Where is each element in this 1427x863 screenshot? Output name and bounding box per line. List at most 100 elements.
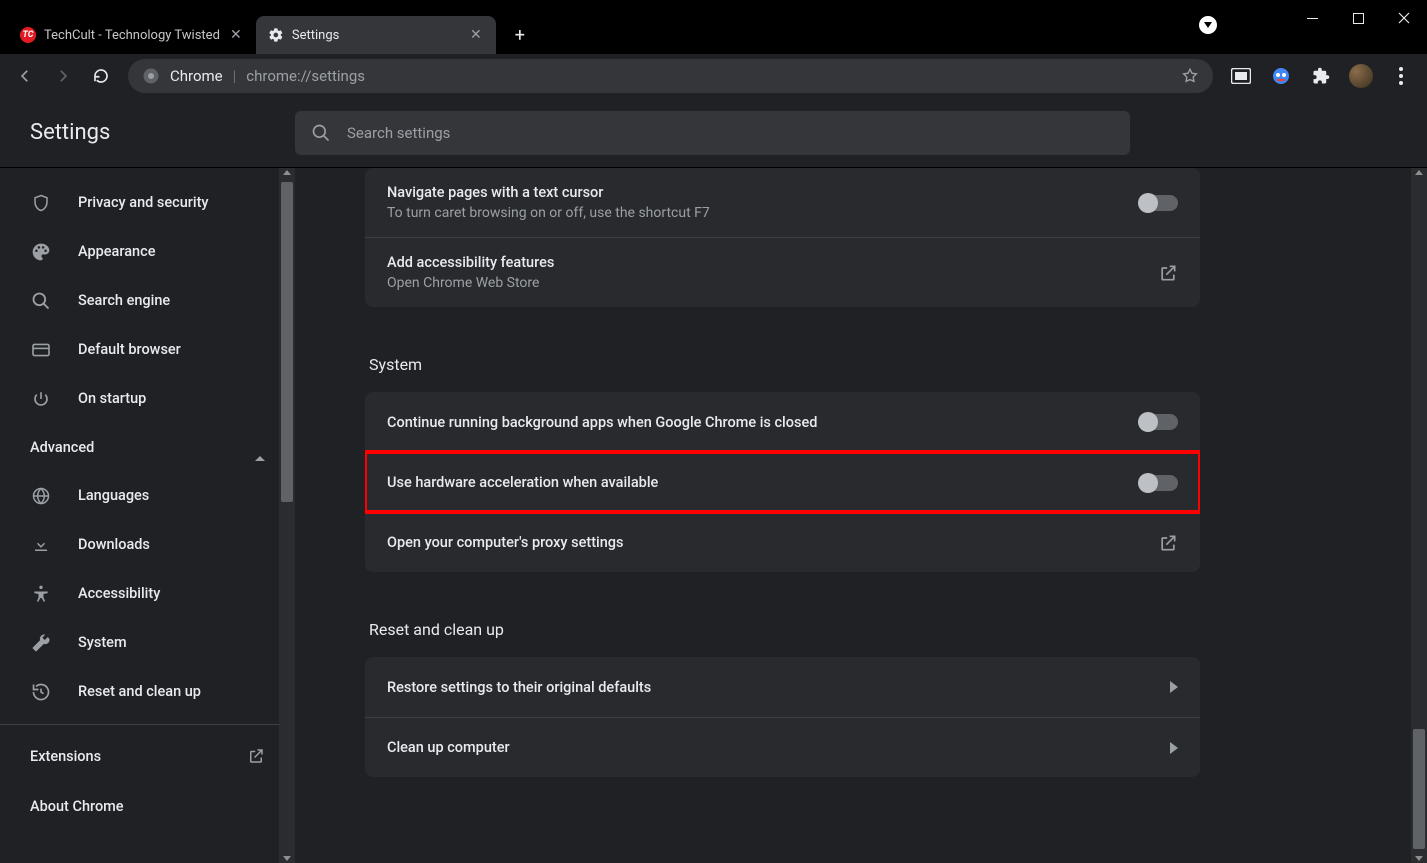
accessibility-card: Navigate pages with a text cursor To tur… [365,168,1200,307]
row-hardware-acceleration[interactable]: Use hardware acceleration when available [365,452,1200,512]
row-restore-defaults[interactable]: Restore settings to their original defau… [365,657,1200,717]
row-add-accessibility[interactable]: Add accessibility features Open Chrome W… [365,237,1200,307]
toggle-hardware-acceleration[interactable] [1140,475,1178,491]
sidebar-item-label: On startup [78,390,146,407]
sidebar-item-label: Privacy and security [78,194,209,211]
profile-avatar[interactable] [1347,62,1375,90]
techcult-favicon: TC [20,27,36,43]
external-link-icon [1158,533,1178,553]
search-icon [30,291,52,311]
sidebar-item-accessibility[interactable]: Accessibility [0,569,295,618]
sidebar-scrollbar[interactable] [279,168,295,863]
sidebar-item-label: Default browser [78,341,181,358]
power-icon [30,390,52,408]
browser-toolbar: Chrome | chrome://settings [0,54,1427,98]
minimize-button[interactable] [1289,2,1335,34]
scroll-up-icon [1415,170,1423,175]
star-icon[interactable] [1181,67,1199,85]
tab-label: Settings [292,28,460,43]
sidebar-advanced-label: Advanced [30,439,94,456]
maximize-button[interactable] [1335,2,1381,34]
close-icon[interactable]: ✕ [468,27,484,43]
row-title: Restore settings to their original defau… [387,679,1150,696]
sidebar-item-downloads[interactable]: Downloads [0,520,295,569]
scroll-down-icon [283,856,291,861]
reload-button[interactable] [84,59,118,93]
sidebar-item-default-browser[interactable]: Default browser [0,325,295,374]
tab-techcult[interactable]: TC TechCult - Technology Twisted ✕ [8,16,256,54]
reset-card: Restore settings to their original defau… [365,657,1200,777]
sidebar-item-on-startup[interactable]: On startup [0,374,295,423]
row-caret-browsing[interactable]: Navigate pages with a text cursor To tur… [365,168,1200,237]
close-window-button[interactable] [1381,2,1427,34]
tab-label: TechCult - Technology Twisted [44,28,220,43]
gear-icon [268,27,284,43]
settings-body: Privacy and security Appearance Search e… [0,168,1427,863]
external-link-icon [1158,263,1178,283]
extensions-puzzle-icon[interactable] [1307,62,1335,90]
sidebar-item-system[interactable]: System [0,618,295,667]
system-card: Continue running background apps when Go… [365,392,1200,572]
settings-title: Settings [0,120,295,145]
omnibox-url: chrome://settings [246,67,365,85]
chevron-right-icon [1170,681,1178,693]
sidebar-item-languages[interactable]: Languages [0,471,295,520]
section-title-reset: Reset and clean up [369,620,1397,639]
scrollbar-thumb[interactable] [281,182,293,502]
tab-settings[interactable]: Settings ✕ [256,16,496,54]
search-icon [311,123,331,143]
toggle-caret-browsing[interactable] [1140,195,1178,211]
extension-robot-icon[interactable] [1267,62,1295,90]
wrench-icon [30,633,52,653]
sidebar-item-search-engine[interactable]: Search engine [0,276,295,325]
shield-icon [30,193,52,213]
section-title-system: System [369,355,1397,374]
update-badge-icon[interactable] [1199,16,1217,34]
globe-icon [30,486,52,506]
sidebar-item-reset[interactable]: Reset and clean up [0,667,295,716]
sidebar-item-label: Reset and clean up [78,683,201,700]
sidebar-item-label: Downloads [78,536,150,553]
restore-icon [30,682,52,702]
kebab-menu-icon[interactable] [1387,62,1415,90]
sidebar-extensions-label: Extensions [30,748,101,765]
sidebar-item-appearance[interactable]: Appearance [0,227,295,276]
sidebar-about[interactable]: About Chrome [0,781,295,831]
row-clean-up[interactable]: Clean up computer [365,717,1200,777]
window-controls [1289,2,1427,34]
row-title: Add accessibility features [387,254,1138,271]
settings-search[interactable] [295,111,1130,155]
sidebar-item-label: Search engine [78,292,170,309]
row-title: Use hardware acceleration when available [387,474,1120,491]
row-title: Continue running background apps when Go… [387,414,1120,431]
row-subtitle: Open Chrome Web Store [387,275,1138,291]
external-link-icon [247,747,265,765]
sidebar-item-privacy[interactable]: Privacy and security [0,178,295,227]
tab-strip: TC TechCult - Technology Twisted ✕ Setti… [0,8,1427,54]
sidebar-item-label: Languages [78,487,149,504]
address-bar[interactable]: Chrome | chrome://settings [128,59,1213,93]
forward-button[interactable] [46,59,80,93]
sidebar-extensions[interactable]: Extensions [0,731,295,781]
row-subtitle: To turn caret browsing on or off, use th… [387,205,1120,221]
reader-mode-icon[interactable] [1227,62,1255,90]
accessibility-icon [30,584,52,604]
search-input[interactable] [347,124,1114,142]
sidebar-advanced-toggle[interactable]: Advanced [0,423,295,471]
chevron-up-icon [255,439,265,456]
palette-icon [30,242,52,262]
sidebar-item-label: Appearance [78,243,155,260]
scroll-up-icon [283,170,291,175]
toggle-background-apps[interactable] [1140,414,1178,430]
sidebar-item-label: Accessibility [78,585,160,602]
back-button[interactable] [8,59,42,93]
main-scrollbar[interactable] [1411,168,1427,863]
new-tab-button[interactable]: + [504,19,536,51]
row-background-apps[interactable]: Continue running background apps when Go… [365,392,1200,452]
row-title: Navigate pages with a text cursor [387,184,1120,201]
sidebar-item-label: System [78,634,127,651]
chrome-icon [142,67,160,85]
close-icon[interactable]: ✕ [228,27,244,43]
scrollbar-thumb[interactable] [1413,729,1425,849]
row-proxy-settings[interactable]: Open your computer's proxy settings [365,512,1200,572]
